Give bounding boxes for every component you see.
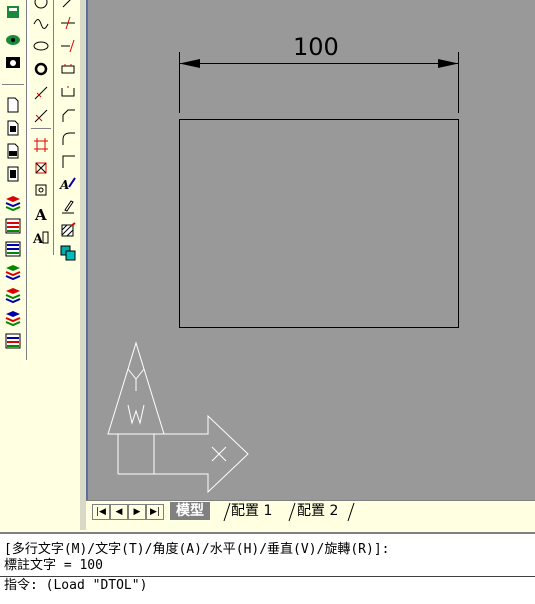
break-icon[interactable] — [58, 82, 78, 102]
trim-icon[interactable] — [58, 13, 78, 33]
properties-icon[interactable] — [3, 30, 23, 50]
svg-text:A: A — [34, 206, 47, 223]
layers-icon[interactable] — [3, 2, 23, 22]
polyline-icon[interactable] — [31, 83, 51, 103]
tab-model[interactable]: 模型 — [170, 502, 210, 520]
first-tab-button[interactable]: |◀ — [92, 504, 110, 520]
dimension-text[interactable]: 100 — [293, 33, 343, 61]
ellipse-icon[interactable] — [31, 36, 51, 56]
modify-toolbar: A — [55, 0, 81, 270]
rectangle-icon[interactable] — [58, 59, 78, 79]
extend-icon[interactable] — [58, 36, 78, 56]
fillet-icon[interactable] — [58, 105, 78, 125]
draw-toolbar: A A — [28, 0, 54, 255]
save-icon[interactable] — [3, 141, 23, 161]
tab-layout1[interactable]: 配置 1 — [231, 502, 272, 520]
dimension-arrow-right — [438, 59, 459, 68]
layer-icon-5[interactable] — [3, 285, 23, 305]
spline-icon[interactable] — [31, 106, 51, 126]
toolbar-separator — [2, 85, 24, 86]
command-input-text: 指令: (Load "DTOL") — [4, 578, 148, 593]
open-icon[interactable] — [3, 118, 23, 138]
layer-icon-6[interactable] — [3, 308, 23, 328]
layer-icon-3[interactable] — [3, 239, 23, 259]
donut-icon[interactable] — [31, 59, 51, 79]
drawn-rectangle[interactable] — [179, 119, 459, 328]
tab-layout2[interactable]: 配置 2 — [297, 502, 338, 520]
arc-icon[interactable] — [31, 13, 51, 33]
text-icon[interactable]: A — [31, 204, 51, 224]
circle-icon[interactable] — [31, 0, 51, 12]
hatch-icon[interactable] — [31, 158, 51, 178]
drawing-area[interactable]: 100 — [86, 0, 535, 500]
ucs-icon — [107, 341, 249, 494]
command-history-line-2: 標註文字 = 100 — [4, 558, 103, 573]
point-icon[interactable] — [31, 180, 51, 200]
layer-icon-4[interactable] — [3, 262, 23, 282]
command-input[interactable]: 指令: (Load "DTOL") — [0, 576, 535, 595]
chamfer-icon[interactable] — [58, 128, 78, 148]
corner-icon[interactable] — [58, 151, 78, 171]
layer-icon-1[interactable] — [3, 193, 23, 213]
hatch-edit-icon[interactable] — [58, 220, 78, 240]
dimension-arrow-left — [179, 59, 200, 68]
spell-icon[interactable]: A — [58, 174, 78, 194]
mtext-icon[interactable]: A — [31, 227, 51, 247]
last-tab-button[interactable]: ▶| — [146, 504, 164, 520]
layer-icon-2[interactable] — [3, 216, 23, 236]
color-icon[interactable] — [58, 243, 78, 263]
region-icon[interactable] — [31, 135, 51, 155]
toolbar-separator — [31, 128, 51, 129]
command-history-line-1: [多行文字(M)/文字(T)/角度(A)/水平(H)/垂直(V)/旋轉(R)]: — [4, 542, 390, 557]
new-icon[interactable] — [3, 95, 23, 115]
svg-text:A: A — [59, 178, 69, 192]
command-window[interactable]: [多行文字(M)/文字(T)/角度(A)/水平(H)/垂直(V)/旋轉(R)]:… — [0, 532, 535, 604]
prev-tab-button[interactable]: ◀ — [110, 504, 128, 520]
print-icon[interactable] — [3, 164, 23, 184]
layout-tab-bar: |◀ ◀ ▶ ▶| 模型 配置 1 配置 2 — [86, 500, 535, 523]
layer-icon-7[interactable] — [3, 331, 23, 351]
next-tab-button[interactable]: ▶ — [128, 504, 146, 520]
edit-icon[interactable] — [58, 197, 78, 217]
line-icon[interactable] — [58, 0, 78, 12]
drawing-canvas — [107, 52, 459, 494]
svg-text:A: A — [32, 232, 44, 246]
display-icon[interactable] — [3, 53, 23, 73]
left-toolbar — [0, 0, 27, 360]
